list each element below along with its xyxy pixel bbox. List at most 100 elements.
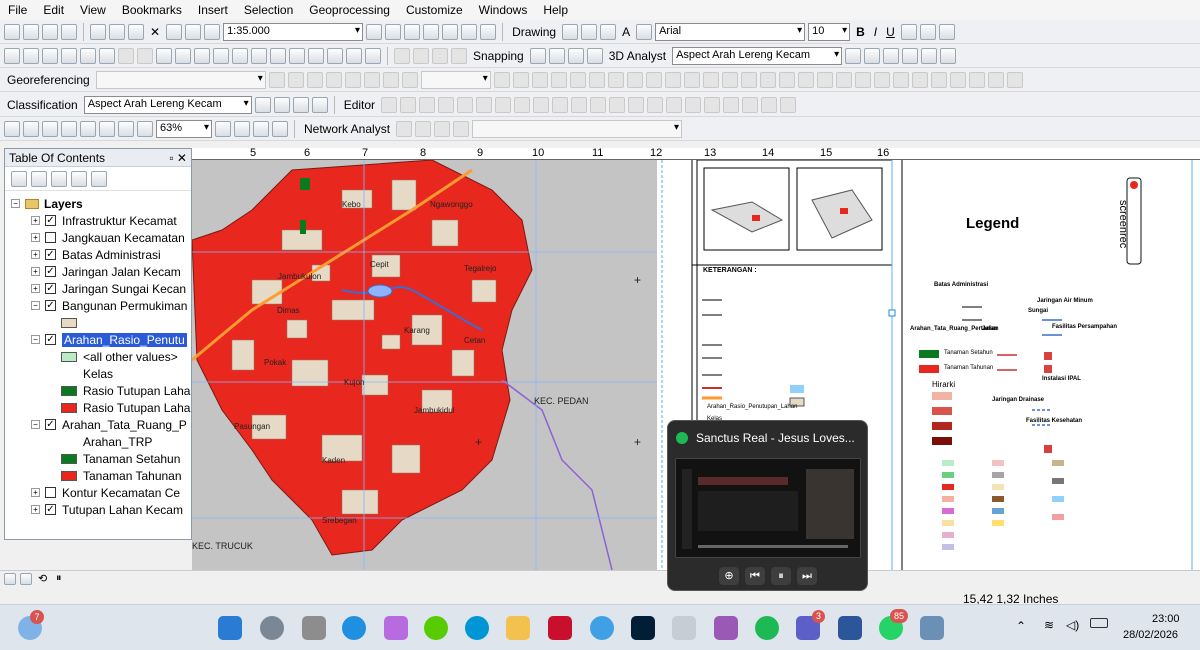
data-view-icon[interactable] bbox=[4, 573, 16, 585]
toc-item[interactable]: − ✓ Bangunan Permukiman bbox=[5, 297, 191, 314]
network-analyst-menu[interactable]: Network Analyst bbox=[301, 122, 393, 136]
layer-checkbox[interactable]: ✓ bbox=[45, 334, 56, 345]
georef-tool-icon[interactable] bbox=[740, 71, 757, 88]
toc-item[interactable]: + ✓ Jaringan Sungai Kecan bbox=[5, 280, 191, 297]
game-icon[interactable] bbox=[714, 616, 738, 640]
edit-tool-icon[interactable] bbox=[381, 96, 398, 113]
expand-icon[interactable]: + bbox=[31, 284, 40, 293]
menu-bookmarks[interactable]: Bookmarks bbox=[122, 3, 182, 17]
georef-tool-icon[interactable] bbox=[721, 71, 738, 88]
zoom-out-icon[interactable] bbox=[23, 47, 39, 64]
georef-tool-icon[interactable] bbox=[987, 71, 1004, 88]
measure-icon[interactable] bbox=[270, 47, 286, 64]
skip-back-button[interactable]: ⏮ bbox=[745, 567, 765, 585]
help-icon[interactable] bbox=[590, 616, 614, 640]
delete-icon[interactable]: ✕ bbox=[147, 25, 163, 39]
font-color-icon[interactable] bbox=[900, 23, 917, 40]
select-elements-icon[interactable] bbox=[562, 23, 579, 40]
menu-customize[interactable]: Customize bbox=[406, 3, 463, 17]
edit-tool-icon[interactable] bbox=[723, 96, 740, 113]
options-icon[interactable] bbox=[91, 170, 107, 187]
network-tool-icon[interactable] bbox=[453, 120, 470, 137]
zoom-100-icon[interactable] bbox=[80, 120, 96, 137]
georef-tool-icon[interactable] bbox=[626, 71, 643, 88]
scale-combo[interactable]: 1:35.000 bbox=[223, 22, 364, 41]
layout-icon[interactable] bbox=[432, 47, 448, 64]
layer-checkbox[interactable] bbox=[45, 232, 56, 243]
arcglobe-icon[interactable] bbox=[921, 47, 938, 64]
hyperlink-icon[interactable] bbox=[232, 47, 248, 64]
search-window-icon[interactable] bbox=[423, 23, 440, 40]
media-player-flyout[interactable]: Sanctus Real - Jesus Loves... ⊕ ⏮ ⏸ ⏭ bbox=[667, 420, 868, 591]
list-by-visibility-icon[interactable] bbox=[51, 170, 67, 187]
toc-item[interactable]: + ✓ Jaringan Jalan Kecam bbox=[5, 263, 191, 280]
georef-layer-combo[interactable] bbox=[95, 70, 266, 89]
clock-time[interactable]: 23:00 bbox=[1152, 613, 1180, 625]
rectangle-icon[interactable] bbox=[600, 23, 617, 40]
layer-checkbox[interactable]: ✓ bbox=[45, 419, 56, 430]
georef-tool-icon[interactable] bbox=[401, 71, 418, 88]
toc-item-selected[interactable]: − ✓ Arahan_Rasio_Penutu bbox=[5, 331, 191, 348]
swipe-icon[interactable] bbox=[365, 47, 381, 64]
chevron-up-icon[interactable]: ⌃ bbox=[1016, 619, 1026, 633]
menu-file[interactable]: File bbox=[8, 3, 27, 17]
georef-tool-icon[interactable] bbox=[363, 71, 380, 88]
georef-tool-icon[interactable] bbox=[854, 71, 871, 88]
add-data-icon[interactable] bbox=[204, 23, 221, 40]
zoom-in-icon[interactable] bbox=[4, 47, 20, 64]
edit-tool-icon[interactable] bbox=[647, 96, 664, 113]
expand-icon[interactable]: + bbox=[31, 233, 40, 242]
georef-tool-icon[interactable] bbox=[531, 71, 548, 88]
file-explorer-icon[interactable] bbox=[506, 616, 530, 640]
task-view-icon[interactable] bbox=[302, 616, 326, 640]
select-features-icon[interactable] bbox=[156, 47, 172, 64]
hp-icon[interactable] bbox=[465, 616, 489, 640]
georef-tool-icon[interactable] bbox=[797, 71, 814, 88]
back-extent-icon[interactable] bbox=[118, 47, 134, 64]
3d-analyst-menu[interactable]: 3D Analyst bbox=[606, 49, 669, 63]
duolingo-icon[interactable] bbox=[424, 616, 448, 640]
editor-menu[interactable]: Editor bbox=[341, 98, 378, 112]
georef-tool-icon[interactable] bbox=[493, 71, 510, 88]
full-extent-icon[interactable] bbox=[61, 47, 77, 64]
steepest-path-icon[interactable] bbox=[864, 47, 881, 64]
georef-tool-icon[interactable] bbox=[569, 71, 586, 88]
toc-item[interactable]: + Kontur Kecamatan Ce bbox=[5, 484, 191, 501]
expand-icon[interactable]: + bbox=[31, 488, 40, 497]
edit-tool-icon[interactable] bbox=[685, 96, 702, 113]
georeferencing-menu[interactable]: Georeferencing bbox=[4, 73, 93, 87]
edit-tool-icon[interactable] bbox=[666, 96, 683, 113]
layout-icon[interactable] bbox=[413, 47, 429, 64]
underline-button[interactable]: U bbox=[883, 25, 898, 39]
catalog-icon[interactable] bbox=[404, 23, 421, 40]
arctoolbox-icon[interactable] bbox=[442, 23, 459, 40]
fixed-zoom-in-icon[interactable] bbox=[80, 47, 96, 64]
layer-checkbox[interactable] bbox=[45, 487, 56, 498]
collapse-icon[interactable]: − bbox=[11, 199, 20, 208]
expand-icon[interactable]: + bbox=[31, 267, 40, 276]
classification-menu[interactable]: Classification bbox=[4, 98, 81, 112]
georef-tool-icon[interactable] bbox=[816, 71, 833, 88]
text-icon[interactable]: A bbox=[619, 25, 633, 39]
layout-icon[interactable] bbox=[394, 47, 410, 64]
edit-tool-icon[interactable] bbox=[457, 96, 474, 113]
layout-fixed-zoom-out-icon[interactable] bbox=[118, 120, 134, 137]
find-route-icon[interactable] bbox=[308, 47, 324, 64]
layer-checkbox[interactable]: ✓ bbox=[45, 249, 56, 260]
arcscene-icon[interactable] bbox=[940, 47, 957, 64]
georef-tool-icon[interactable] bbox=[759, 71, 776, 88]
georef-tool-icon[interactable] bbox=[949, 71, 966, 88]
volume-icon[interactable]: ◁) bbox=[1066, 618, 1079, 632]
georef-tool-icon[interactable] bbox=[873, 71, 890, 88]
list-by-selection-icon[interactable] bbox=[71, 170, 87, 187]
data-driven-pages-icon[interactable] bbox=[272, 120, 288, 137]
menu-windows[interactable]: Windows bbox=[479, 3, 528, 17]
redo-icon[interactable] bbox=[185, 23, 202, 40]
edge-icon[interactable] bbox=[342, 616, 366, 640]
change-layout-icon[interactable] bbox=[253, 120, 269, 137]
pause-button[interactable]: ⏸ bbox=[771, 567, 791, 585]
toggle-draft-icon[interactable] bbox=[215, 120, 231, 137]
clear-selection-icon[interactable] bbox=[175, 47, 191, 64]
edit-tool-icon[interactable] bbox=[533, 96, 550, 113]
save-icon[interactable] bbox=[42, 23, 58, 40]
